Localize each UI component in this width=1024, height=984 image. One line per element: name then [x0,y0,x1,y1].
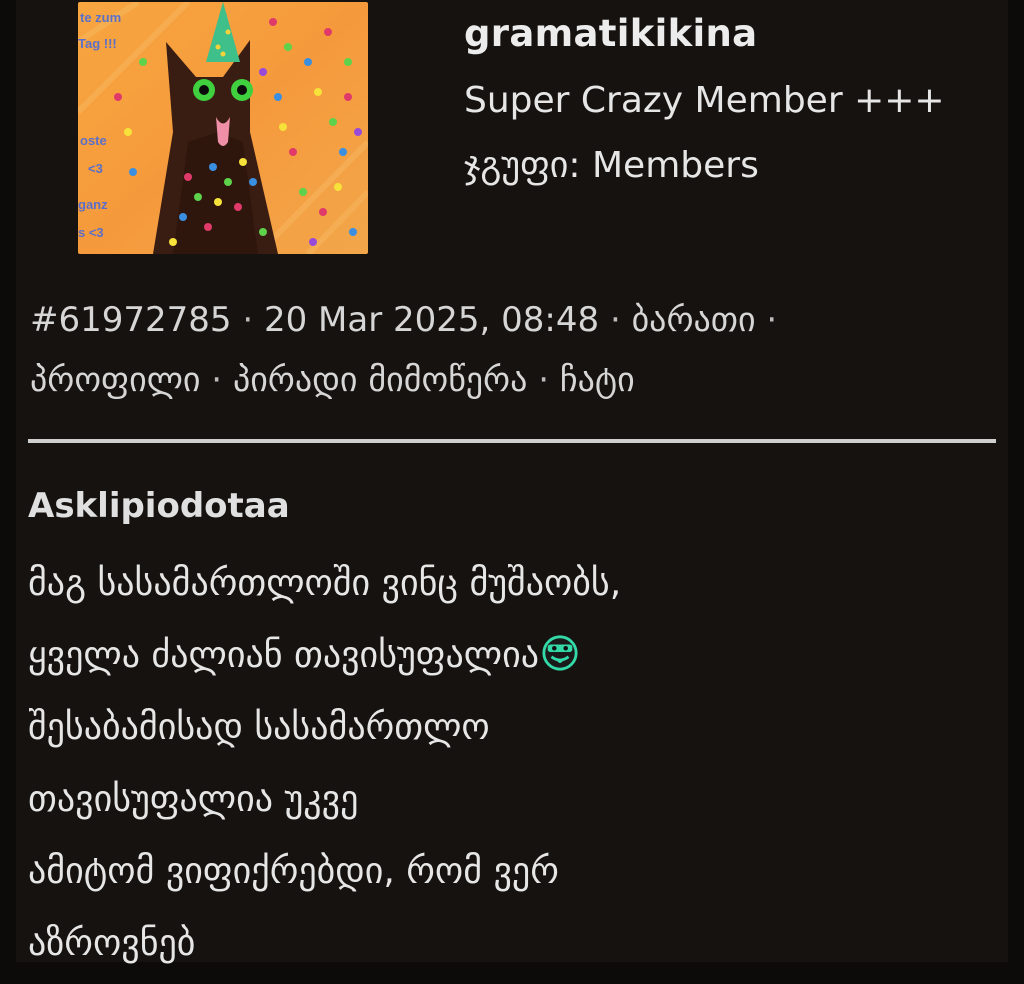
post-divider [28,439,996,443]
private-message-link[interactable]: პირადი მიმოწერა [233,360,527,400]
message-line: ყველა ძალიან თავისუფალია [28,620,988,692]
user-avatar[interactable]: te zum Tag !!! oste <3 ganz s <3 [78,2,368,254]
meta-separator: · [231,300,264,340]
meta-separator: · [599,300,632,340]
message-line: აზროვნებ [28,923,196,964]
tongue-out-smiley-icon [542,635,578,671]
post-message: მაგ სასამართლოში ვინც მუშაობს, ყველა ძალ… [28,548,988,980]
svg-text:s <3: s <3 [78,225,104,240]
card-link[interactable]: ბარათი [632,300,756,340]
svg-text:te zum: te zum [80,10,121,25]
username[interactable]: gramatikikina [464,12,757,55]
svg-text:Tag !!!: Tag !!! [78,36,117,51]
message-line: ამიტომ ვიფიქრებდი, რომ ვერ [28,851,559,892]
message-line: შესაბამისად სასამართლო [28,707,490,748]
user-group: ჯგუფი: Members [464,145,759,186]
post-id[interactable]: #61972785 [30,300,232,340]
quoted-author[interactable]: Asklipiodotaa [28,486,290,526]
message-line: თავისუფალია უკვე [28,779,359,820]
profile-link[interactable]: პროფილი [30,360,201,400]
meta-separator: · [527,360,560,400]
party-cat-avatar-icon: te zum Tag !!! oste <3 ganz s <3 [78,2,368,254]
meta-separator: · [200,360,233,400]
svg-text:<3: <3 [88,161,103,176]
post-meta: #61972785 · 20 Mar 2025, 08:48 · ბარათი … [30,290,990,410]
chat-link[interactable]: ჩატი [560,360,635,400]
forum-post: te zum Tag !!! oste <3 ganz s <3 gramati… [16,0,1008,964]
post-date: 20 Mar 2025, 08:48 [263,300,600,340]
message-line: მაგ სასამართლოში ვინც მუშაობს, [28,563,622,604]
svg-text:ganz: ganz [78,197,108,212]
message-line-text: ყველა ძალიან თავისუფალია [28,635,540,676]
meta-separator: · [755,300,778,340]
user-rank: Super Crazy Member +++ [464,80,945,121]
svg-text:oste: oste [80,133,107,148]
